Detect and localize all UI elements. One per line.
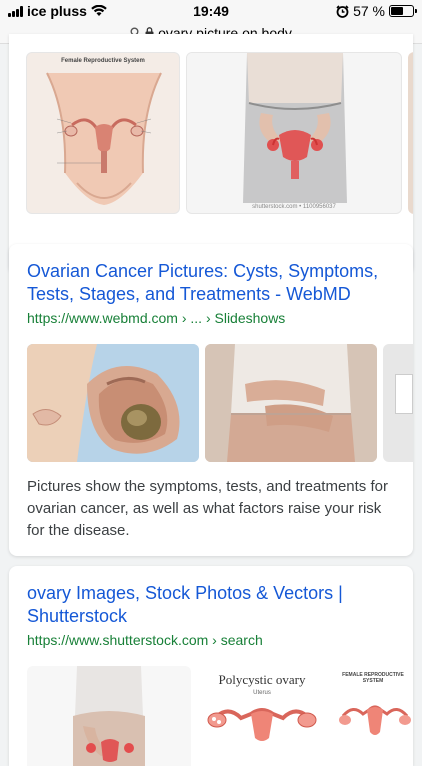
battery-percent: 57 % <box>353 3 385 19</box>
wifi-icon <box>91 5 107 16</box>
image-thumb-polycystic-ovary[interactable]: Polycystic ovary Uterus <box>197 666 327 766</box>
status-bar: ice pluss 19:49 57 % <box>0 0 422 22</box>
battery-icon <box>389 5 417 17</box>
signal-icon <box>8 5 23 17</box>
image-thumb-abdomen-ovary[interactable]: shutterstock.com • 1100956037 <box>186 52 402 214</box>
image-thumb-partial-laptop[interactable] <box>383 344 413 462</box>
image-thumb-partial[interactable] <box>408 52 413 214</box>
search-result-webmd: Ovarian Cancer Pictures: Cysts, Symptoms… <box>9 244 413 556</box>
status-right: 57 % <box>336 3 417 19</box>
reproductive-diagram-illustration <box>46 72 162 205</box>
result-title-link[interactable]: Ovarian Cancer Pictures: Cysts, Symptoms… <box>27 260 395 306</box>
polycystic-ovary-illustration <box>207 708 317 741</box>
image-watermark: shutterstock.com • 1100956037 <box>252 204 336 210</box>
hands-belly-photo <box>73 666 145 766</box>
image-result-card: Female Reproductive System shutterstock.… <box>9 34 413 274</box>
search-result-shutterstock: ovary Images, Stock Photos & Vectors | S… <box>9 566 413 766</box>
image-thumb-ovarian-cyst[interactable] <box>27 344 199 462</box>
abdomen-ovary-photo <box>187 53 401 213</box>
result-url[interactable]: https://www.shutterstock.com › search <box>27 632 263 648</box>
status-left: ice pluss <box>8 3 107 19</box>
battery-level-fill <box>391 7 403 15</box>
belly-pain-photo <box>205 344 377 462</box>
reproductive-system-illustration <box>339 705 411 735</box>
ovarian-cyst-illustration <box>27 344 199 462</box>
alarm-clock-icon <box>336 4 349 18</box>
image-thumb-female-reproductive-system[interactable]: FEMALE REPRODUCTIVE SYSTEM <box>333 666 413 766</box>
status-time: 19:49 <box>193 3 229 19</box>
result-url[interactable]: https://www.webmd.com › ... › Slideshows <box>27 310 285 326</box>
carrier-name: ice pluss <box>27 3 87 19</box>
image-thumb-woman-hands-belly[interactable] <box>27 666 191 766</box>
image-thumb-reproductive-diagram[interactable]: Female Reproductive System <box>26 52 180 214</box>
result-snippet: Pictures show the symptoms, tests, and t… <box>27 478 388 539</box>
result-title-link[interactable]: ovary Images, Stock Photos & Vectors | S… <box>27 582 395 628</box>
image-thumb-woman-belly-pain[interactable] <box>205 344 377 462</box>
